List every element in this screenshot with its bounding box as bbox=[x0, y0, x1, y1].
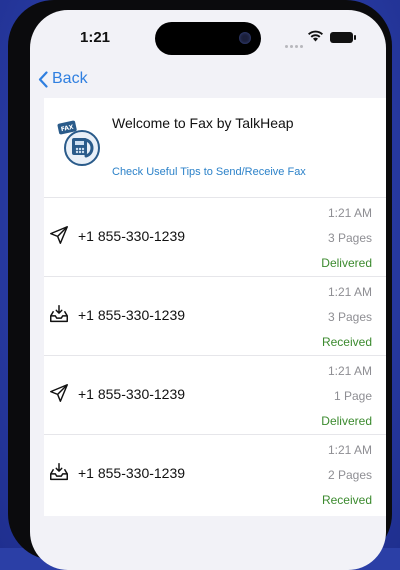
fax-number: +1 855-330-1239 bbox=[78, 307, 186, 323]
fax-status: Delivered bbox=[321, 414, 372, 428]
fax-status: Received bbox=[321, 493, 372, 507]
phone-screen: 1:21 Back FAX Welcome to Fax by TalkHeap… bbox=[30, 10, 386, 570]
fax-list: FAX Welcome to Fax by TalkHeap Check Use… bbox=[44, 98, 386, 516]
fax-status: Received bbox=[321, 335, 372, 349]
fax-time: 1:21 AM bbox=[327, 285, 372, 299]
status-time: 1:21 bbox=[80, 29, 111, 46]
phone-frame: 1:21 Back FAX Welcome to Fax by TalkHeap… bbox=[8, 0, 392, 570]
back-button[interactable]: Back bbox=[38, 70, 88, 88]
fax-row[interactable]: +1 855-330-1239 1:21 AM 3 Pages Delivere… bbox=[44, 198, 386, 277]
fax-pages: 1 Page bbox=[333, 389, 372, 403]
fax-logo-icon: FAX bbox=[57, 120, 100, 166]
status-bar: 1:21 bbox=[30, 10, 386, 66]
fax-row[interactable]: +1 855-330-1239 1:21 AM 2 Pages Received bbox=[44, 435, 386, 513]
chevron-left-icon bbox=[38, 70, 48, 88]
battery-icon bbox=[330, 32, 356, 43]
fax-time: 1:21 AM bbox=[327, 364, 372, 378]
tips-link[interactable]: Check Useful Tips to Send/Receive Fax bbox=[112, 166, 306, 178]
welcome-header: FAX Welcome to Fax by TalkHeap Check Use… bbox=[44, 98, 386, 198]
welcome-title: Welcome to Fax by TalkHeap bbox=[112, 115, 294, 131]
fax-number: +1 855-330-1239 bbox=[78, 465, 186, 481]
fax-status: Delivered bbox=[321, 256, 372, 270]
fax-number: +1 855-330-1239 bbox=[78, 228, 186, 244]
fax-pages: 3 Pages bbox=[327, 231, 372, 245]
fax-pages: 3 Pages bbox=[327, 310, 372, 324]
nav-bar: Back bbox=[30, 66, 386, 98]
fax-number: +1 855-330-1239 bbox=[78, 386, 186, 402]
fax-row[interactable]: +1 855-330-1239 1:21 AM 1 Page Delivered bbox=[44, 356, 386, 435]
inbox-icon bbox=[50, 305, 68, 323]
send-icon bbox=[50, 226, 68, 244]
fax-time: 1:21 AM bbox=[327, 443, 372, 457]
send-icon bbox=[50, 384, 68, 402]
cellular-signal-icon bbox=[285, 35, 305, 53]
fax-time: 1:21 AM bbox=[327, 206, 372, 220]
inbox-icon bbox=[50, 463, 68, 481]
camera-icon bbox=[239, 32, 251, 44]
fax-row[interactable]: +1 855-330-1239 1:21 AM 3 Pages Received bbox=[44, 277, 386, 356]
wifi-icon bbox=[308, 30, 323, 42]
dynamic-island bbox=[155, 22, 261, 55]
back-label: Back bbox=[52, 70, 88, 87]
fax-pages: 2 Pages bbox=[327, 468, 372, 482]
